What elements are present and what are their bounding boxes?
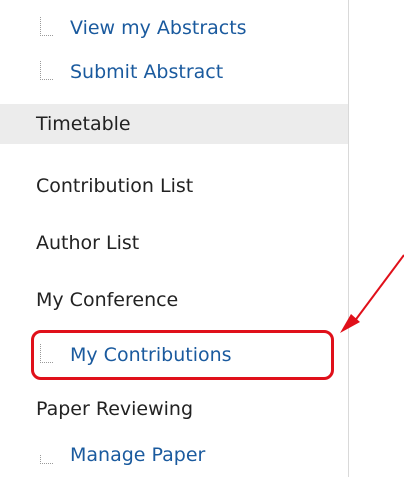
tree-connector-icon xyxy=(40,17,53,36)
menu-item-view-my-abstracts[interactable]: View my Abstracts xyxy=(0,8,348,48)
conference-sidebar: View my Abstracts Submit Abstract Timeta… xyxy=(0,0,349,477)
menu-item-label: View my Abstracts xyxy=(70,17,247,39)
tree-connector-icon xyxy=(40,61,53,80)
menu-item-label: Paper Reviewing xyxy=(36,398,194,420)
tree-connector-icon xyxy=(40,455,53,464)
page: View my Abstracts Submit Abstract Timeta… xyxy=(0,0,404,477)
menu-item-label: Contribution List xyxy=(36,175,194,197)
menu-item-manage-paper[interactable]: Manage Paper xyxy=(0,435,348,475)
menu-item-label: Manage Paper xyxy=(70,444,206,466)
menu-item-timetable[interactable]: Timetable xyxy=(0,104,348,144)
menu-item-label: Timetable xyxy=(36,113,131,135)
menu-item-paper-reviewing[interactable]: Paper Reviewing xyxy=(0,389,348,429)
menu-item-label: Submit Abstract xyxy=(70,61,224,83)
menu-item-author-list[interactable]: Author List xyxy=(0,223,348,263)
menu-item-my-conference[interactable]: My Conference xyxy=(0,280,348,320)
menu-item-submit-abstract[interactable]: Submit Abstract xyxy=(0,52,348,92)
menu-item-contribution-list[interactable]: Contribution List xyxy=(0,166,348,206)
menu-item-label: Author List xyxy=(36,232,140,254)
annotation-highlight-box xyxy=(31,330,334,380)
menu-item-label: My Conference xyxy=(36,289,179,311)
